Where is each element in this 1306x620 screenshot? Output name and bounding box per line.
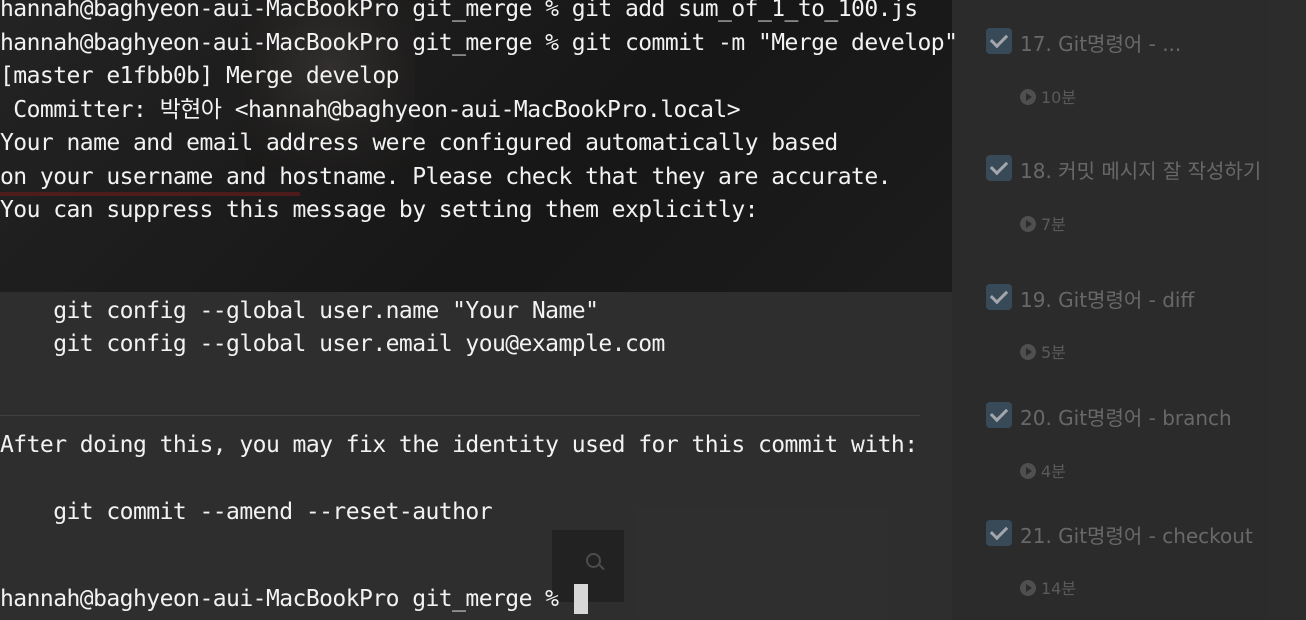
terminal-line: Committer: 박현아 <hannah@baghyeon-aui-MacB… [0, 97, 740, 123]
terminal-line: git config --global user.email you@examp… [0, 331, 665, 357]
terminal-window[interactable]: hannah@baghyeon-aui-MacBookPro git_merge… [0, 0, 1306, 620]
terminal-line: After doing this, you may fix the identi… [0, 432, 918, 458]
terminal-line: [master e1fbb0b] Merge develop [0, 63, 399, 89]
terminal-line: git commit --amend --reset-author [0, 499, 492, 525]
terminal-line: Your name and email address were configu… [0, 130, 838, 156]
text-cursor [573, 584, 588, 614]
terminal-line: on your username and hostname. Please ch… [0, 164, 891, 190]
terminal-line: hannah@baghyeon-aui-MacBookPro git_merge… [0, 30, 958, 56]
terminal-line: hannah@baghyeon-aui-MacBookPro git_merge… [0, 0, 918, 22]
terminal-prompt: hannah@baghyeon-aui-MacBookPro git_merge… [0, 586, 572, 612]
terminal-prompt-line[interactable]: hannah@baghyeon-aui-MacBookPro git_merge… [0, 584, 588, 614]
terminal-line: git config --global user.name "Your Name… [0, 298, 599, 324]
terminal-line: You can suppress this message by setting… [0, 197, 759, 223]
